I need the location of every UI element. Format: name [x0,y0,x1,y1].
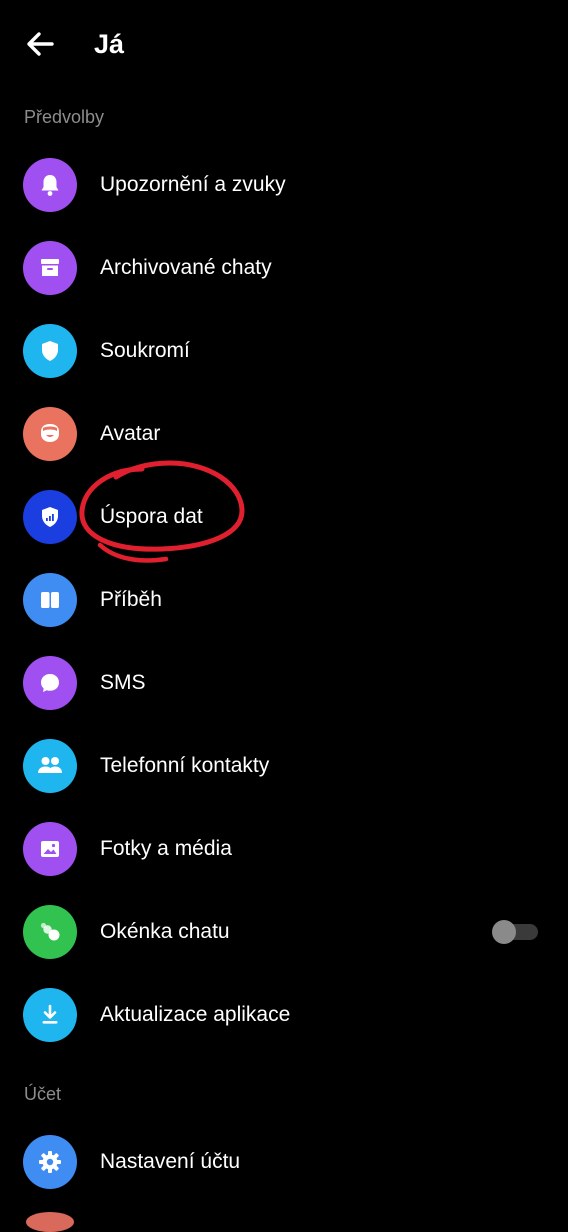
arrow-left-icon [27,32,54,56]
settings-item-label: Příběh [100,588,162,611]
chat-heads-toggle[interactable] [492,920,540,944]
settings-item-label: Úspora dat [100,505,203,528]
settings-item-label: Archivované chaty [100,256,272,279]
section-title-preferences: Předvolby [24,107,105,127]
settings-item-label: Nastavení účtu [100,1150,241,1173]
settings-item-label: Okénka chatu [100,920,230,943]
settings-item-label: SMS [100,671,146,694]
settings-item-label: Avatar [100,422,161,445]
chat-heads-icon [23,905,77,959]
people-icon [23,739,77,793]
shield-icon [23,324,77,378]
story-icon [23,573,77,627]
chat-bubble-icon [23,656,77,710]
settings-item-photos-media[interactable]: Fotky a média [0,812,568,886]
settings-item-chat-heads[interactable]: Okénka chatu [0,895,568,969]
top-bar: Já [0,0,568,88]
settings-item-label: Aktualizace aplikace [100,1003,291,1026]
data-saver-shield-icon [23,490,77,544]
settings-item-label: Telefonní kontakty [100,754,270,777]
toggle-knob [492,920,516,944]
photo-icon [23,822,77,876]
settings-item-label: Soukromí [100,339,190,362]
settings-item-sms[interactable]: SMS [0,646,568,720]
settings-item-app-updates[interactable]: Aktualizace aplikace [0,978,568,1052]
settings-item-privacy[interactable]: Soukromí [0,314,568,388]
settings-item-label: Fotky a média [100,837,232,860]
settings-item-notifications[interactable]: Upozornění a zvuky [0,148,568,222]
settings-item-label: Upozornění a zvuky [100,173,286,196]
gear-icon [23,1135,77,1189]
page-title: Já [94,29,125,59]
bell-icon [23,158,77,212]
avatar-icon [23,407,77,461]
settings-item-archived-chats[interactable]: Archivované chaty [0,231,568,305]
settings-item-phone-contacts[interactable]: Telefonní kontakty [0,729,568,803]
settings-item-story[interactable]: Příběh [0,563,568,637]
settings-item-avatar[interactable]: Avatar [0,397,568,471]
back-button[interactable] [20,24,60,64]
next-item-icon-peek [26,1212,74,1232]
section-title-account: Účet [24,1084,62,1104]
archive-icon [23,241,77,295]
download-icon [23,988,77,1042]
settings-item-data-saver[interactable]: Úspora dat [0,480,568,554]
settings-item-account-settings[interactable]: Nastavení účtu [0,1125,568,1199]
